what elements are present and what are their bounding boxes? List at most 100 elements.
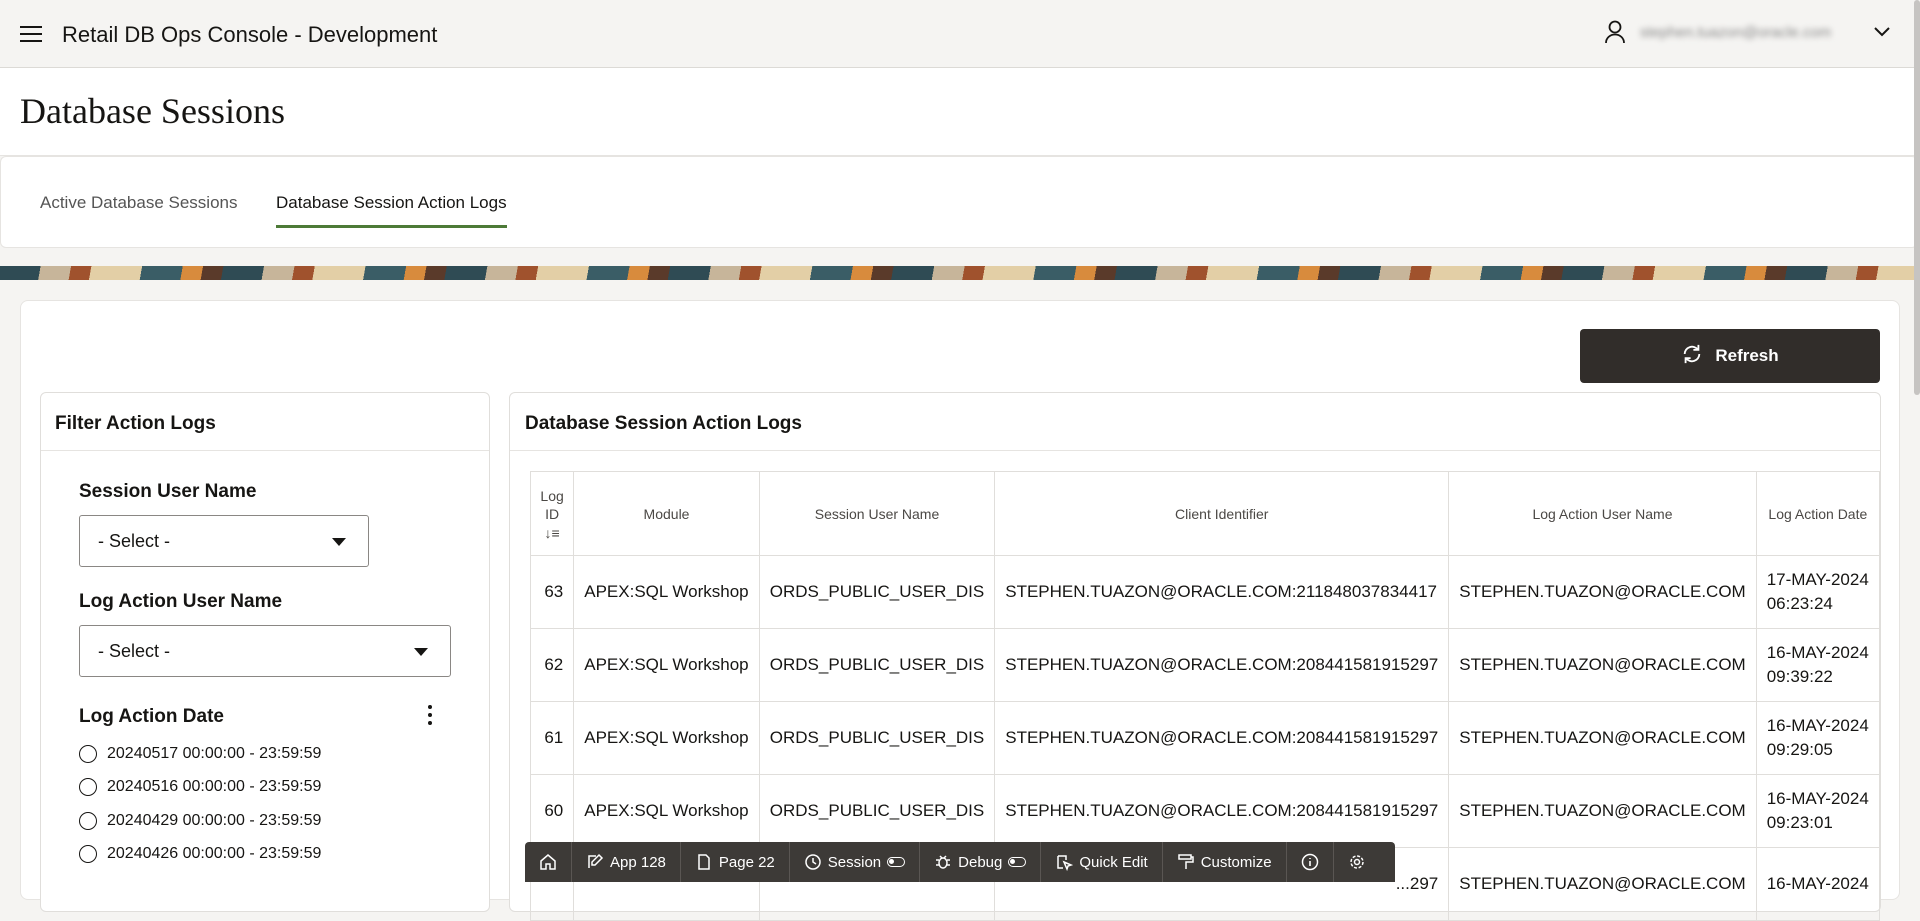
date-option-label: 20240429 00:00:00 - 23:59:59 (107, 812, 322, 829)
cell-log-action-date: 16-MAY-2024 09:29:05 (1755, 701, 1881, 775)
quick-edit-button[interactable]: Quick Edit (1041, 842, 1163, 882)
col-session-user[interactable]: Session User Name (758, 471, 996, 556)
col-log-action-date[interactable]: Log Action Date (1755, 471, 1881, 556)
log-action-user-value: - Select - (98, 640, 171, 661)
app-button[interactable]: App 128 (572, 842, 681, 882)
customize-label: Customize (1200, 853, 1272, 871)
date-option[interactable]: 20240429 00:00:00 - 23:59:59 (79, 812, 321, 830)
table-row: 61 APEX:SQL Workshop ORDS_PUBLIC_USER_DI… (529, 701, 1881, 775)
time-part: 09:39:22 (1766, 667, 1833, 686)
col-client-identifier[interactable]: Client Identifier (994, 471, 1450, 556)
report-heading: Database Session Action Logs (510, 393, 1880, 451)
radio-icon[interactable] (79, 845, 97, 863)
session-user-select[interactable]: - Select - (79, 515, 369, 567)
session-user-label: Session User Name (79, 481, 257, 502)
cell-log-action-user: STEPHEN.TUAZON@ORACLE.COM (1448, 847, 1757, 921)
date-part: 16-MAY-2024 (1766, 716, 1869, 735)
radio-icon[interactable] (79, 745, 97, 763)
menu-icon[interactable] (20, 26, 42, 42)
cell-log-action-date: 17-MAY-2024 06:23:24 (1755, 555, 1881, 629)
date-option[interactable]: 20240426 00:00:00 - 23:59:59 (79, 845, 321, 863)
developer-toolbar: App 128 Page 22 Session Debug Quick Edit… (525, 842, 1395, 882)
cell-client-identifier: STEPHEN.TUAZON@ORACLE.COM:21184803783441… (994, 555, 1450, 629)
date-option[interactable]: 20240517 00:00:00 - 23:59:59 (79, 745, 321, 763)
user-name[interactable]: stephen.tuazon@oracle.com (1640, 24, 1860, 41)
radio-icon[interactable] (79, 778, 97, 796)
date-option-label: 20240516 00:00:00 - 23:59:59 (107, 778, 322, 795)
debug-toggle[interactable] (1008, 857, 1027, 867)
cell-log-id: 63 (529, 555, 575, 629)
edit-icon (588, 853, 604, 868)
cell-session-user: ORDS_PUBLIC_USER_DIS (758, 628, 996, 702)
settings-button[interactable] (1334, 842, 1380, 882)
table-row: 60 APEX:SQL Workshop ORDS_PUBLIC_USER_DI… (529, 774, 1881, 848)
cell-module: APEX:SQL Workshop (573, 774, 760, 848)
home-button[interactable] (525, 842, 572, 882)
cell-log-action-user: STEPHEN.TUAZON@ORACLE.COM (1448, 774, 1757, 848)
debug-label: Debug (958, 853, 1003, 871)
page-scrollbar[interactable] (1914, 0, 1920, 395)
chevron-down-icon[interactable] (1874, 27, 1890, 37)
user-menu[interactable]: stephen.tuazon@oracle.com (1604, 20, 1890, 44)
cell-session-user: ORDS_PUBLIC_USER_DIS (758, 555, 996, 629)
cell-module: APEX:SQL Workshop (573, 555, 760, 629)
time-part: 09:23:01 (1766, 813, 1833, 832)
time-part: 09:29:05 (1766, 740, 1833, 759)
app-title[interactable]: Retail DB Ops Console - Development (62, 22, 437, 48)
page-edit-icon (698, 854, 710, 870)
caret-down-icon (414, 648, 428, 656)
tab-database-session-action-logs[interactable]: Database Session Action Logs (276, 193, 507, 228)
filter-panel: Filter Action Logs Session User Name - S… (40, 392, 490, 912)
col-log-id-label: Log ID (540, 487, 564, 522)
date-option-label: 20240426 00:00:00 - 23:59:59 (107, 845, 322, 862)
cell-session-user: ORDS_PUBLIC_USER_DIS (758, 701, 996, 775)
info-button[interactable] (1287, 842, 1334, 882)
cell-log-id: 62 (529, 628, 575, 702)
title-region: Database Sessions (0, 68, 1920, 156)
page-title: Database Sessions (20, 91, 285, 131)
cell-log-action-user: STEPHEN.TUAZON@ORACLE.COM (1448, 628, 1757, 702)
customize-button[interactable]: Customize (1163, 842, 1287, 882)
date-option[interactable]: 20240516 00:00:00 - 23:59:59 (79, 778, 321, 796)
cell-log-action-date: 16-MAY-2024 (1755, 847, 1881, 921)
session-toggle[interactable] (887, 857, 906, 867)
user-icon (1604, 20, 1626, 44)
time-part: 06:23:24 (1766, 594, 1833, 613)
home-icon (540, 854, 556, 870)
col-module[interactable]: Module (573, 471, 760, 556)
sort-descending-icon: ↓≡ (544, 524, 560, 541)
session-user-value: - Select - (98, 530, 171, 551)
quick-edit-label: Quick Edit (1079, 853, 1148, 871)
radio-icon[interactable] (79, 812, 97, 830)
cell-log-action-date: 16-MAY-2024 09:23:01 (1755, 774, 1881, 848)
date-part: 16-MAY-2024 (1766, 643, 1869, 662)
filter-heading: Filter Action Logs (41, 393, 489, 451)
cell-session-user: ORDS_PUBLIC_USER_DIS (758, 774, 996, 848)
refresh-icon (1681, 343, 1703, 370)
cell-log-action-date: 16-MAY-2024 09:39:22 (1755, 628, 1881, 702)
report-panel: Database Session Action Logs Log ID ↓≡ M… (509, 392, 1881, 921)
debug-button[interactable]: Debug (920, 842, 1042, 882)
cell-log-id: 61 (529, 701, 575, 775)
cell-module: APEX:SQL Workshop (573, 701, 760, 775)
tab-active-database-sessions[interactable]: Active Database Sessions (40, 193, 238, 225)
cell-client-identifier: STEPHEN.TUAZON@ORACLE.COM:20844158191529… (994, 774, 1450, 848)
col-log-id[interactable]: Log ID ↓≡ (529, 471, 575, 556)
app-label: App 128 (610, 853, 666, 871)
page-label: Page 22 (718, 853, 775, 871)
more-options-icon[interactable] (425, 705, 435, 727)
cell-log-action-user: STEPHEN.TUAZON@ORACLE.COM (1448, 555, 1757, 629)
refresh-button[interactable]: Refresh (1580, 329, 1880, 383)
session-button[interactable]: Session (790, 842, 921, 882)
log-action-user-select[interactable]: - Select - (79, 625, 451, 677)
col-log-action-user[interactable]: Log Action User Name (1448, 471, 1757, 556)
paint-roller-icon (1177, 854, 1194, 869)
page-button[interactable]: Page 22 (681, 842, 790, 882)
date-option-label: 20240517 00:00:00 - 23:59:59 (107, 745, 322, 762)
cell-module: APEX:SQL Workshop (573, 628, 760, 702)
log-action-user-label: Log Action User Name (79, 591, 283, 612)
session-icon (805, 854, 821, 870)
cell-log-id: 60 (529, 774, 575, 848)
cell-log-action-user: STEPHEN.TUAZON@ORACLE.COM (1448, 701, 1757, 775)
bug-icon (936, 855, 951, 869)
